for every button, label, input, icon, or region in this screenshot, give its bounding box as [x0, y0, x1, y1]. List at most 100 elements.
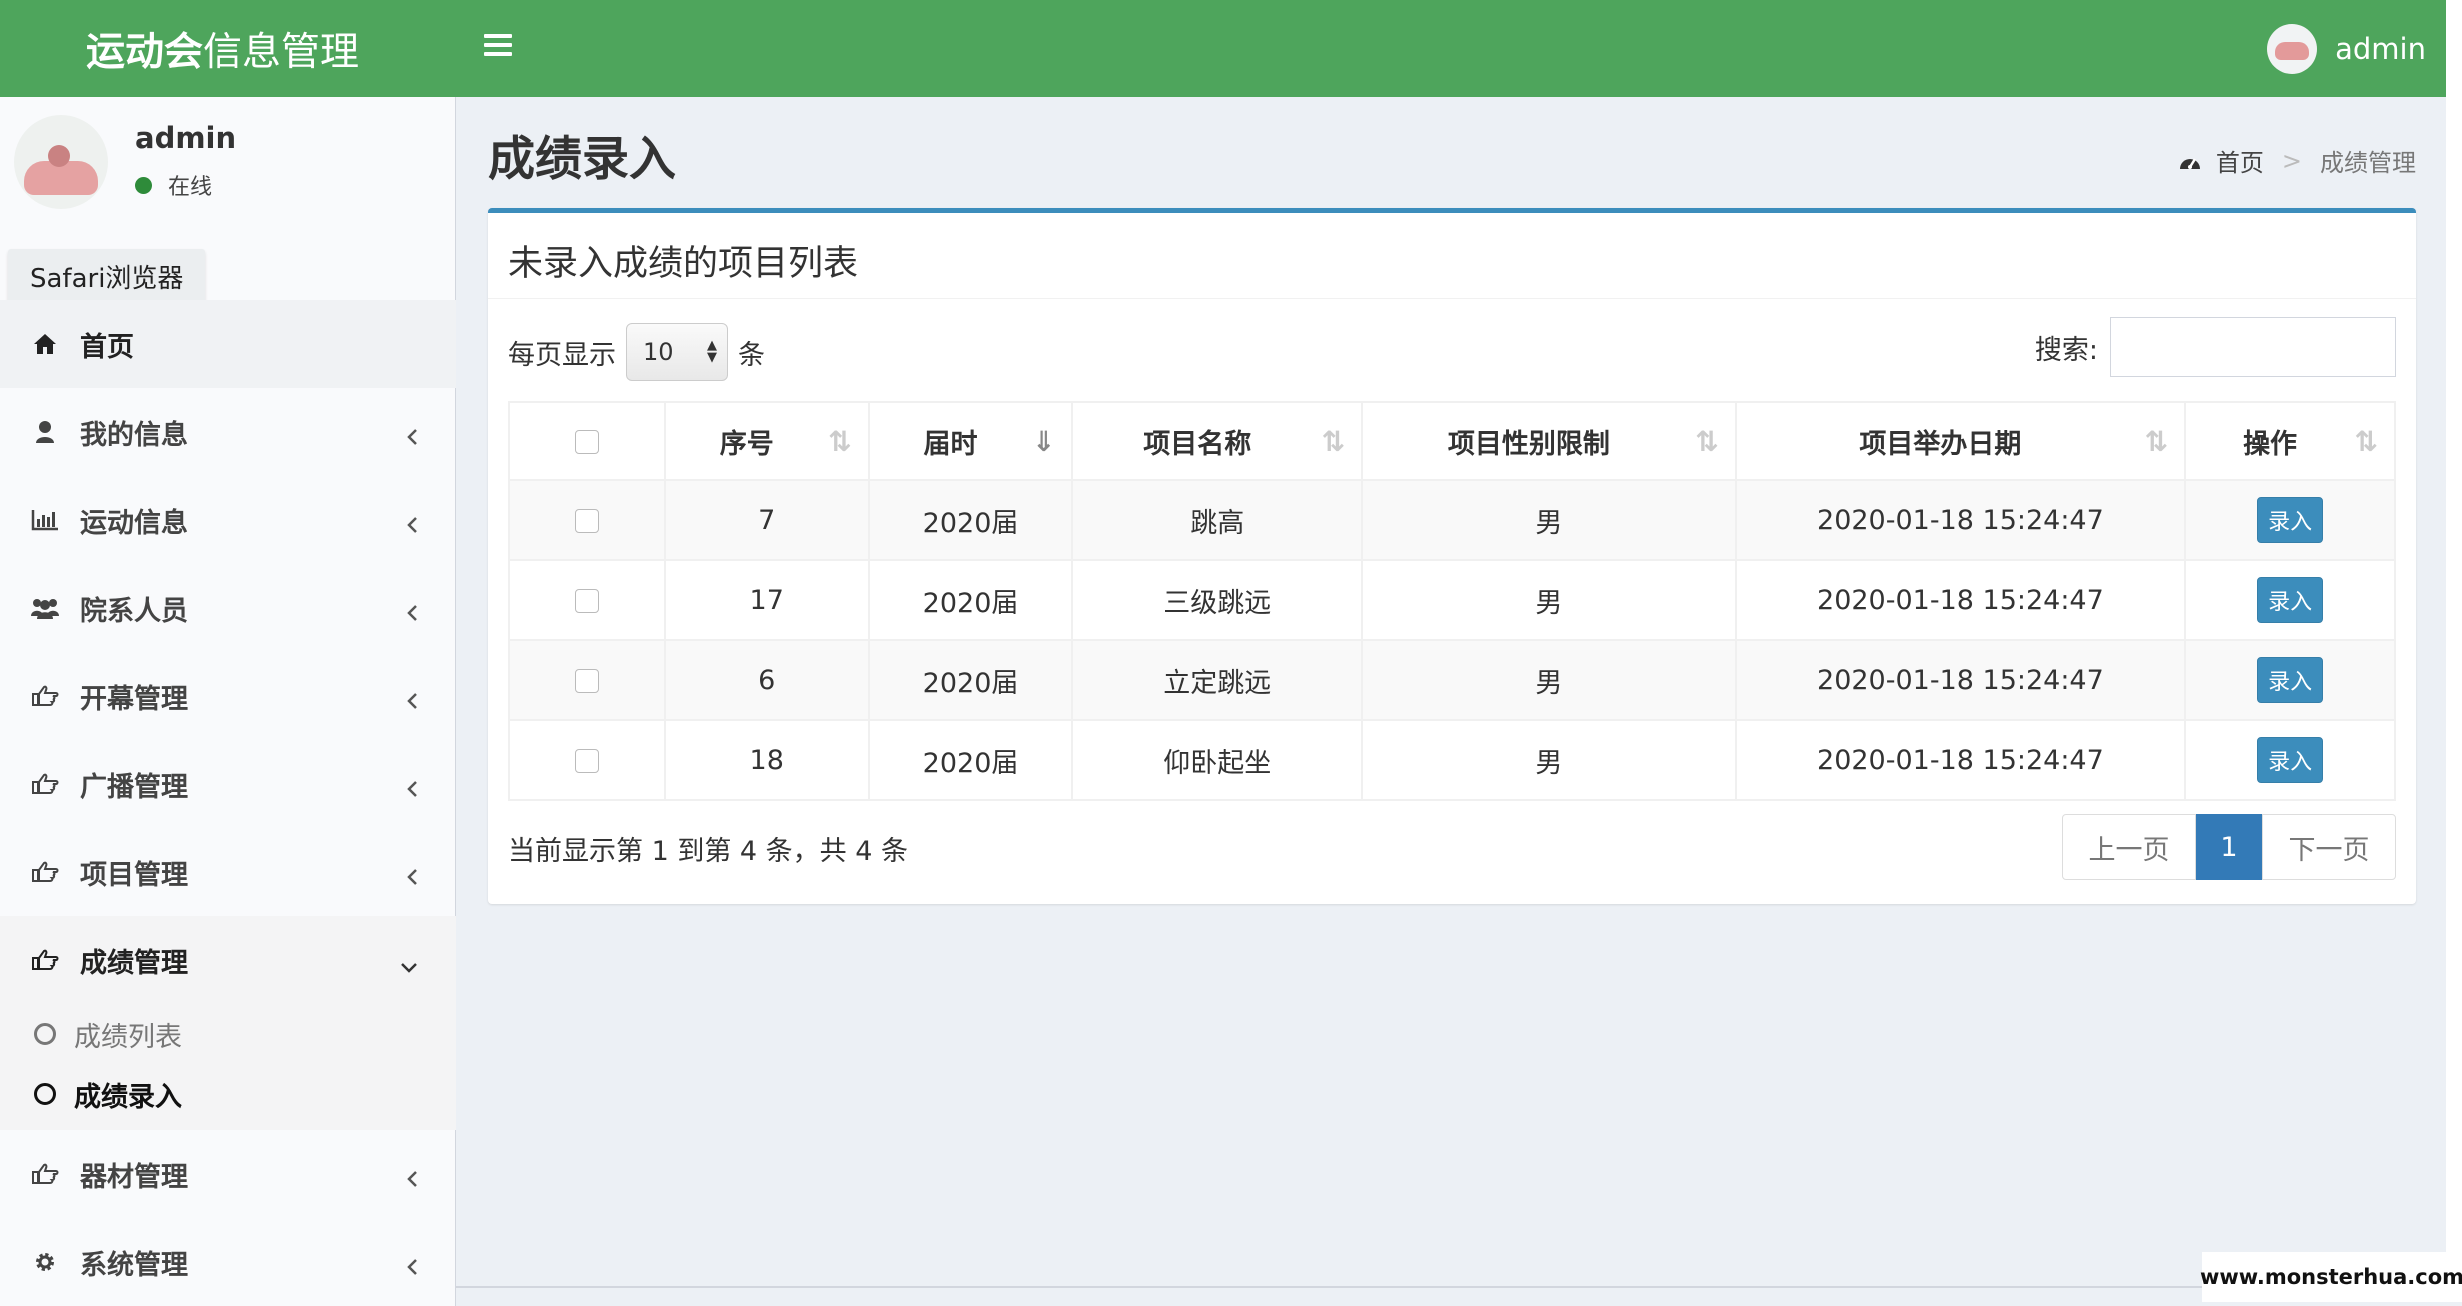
breadcrumb: 首页 > 成绩管理 — [2178, 143, 2416, 178]
page-length-value: 10 — [643, 338, 674, 366]
enter-score-button[interactable]: 录入 — [2257, 497, 2324, 543]
enter-score-button[interactable]: 录入 — [2257, 737, 2324, 783]
column-header-action[interactable]: 操作 ⇅ — [2184, 401, 2396, 481]
sidebar-subitem-score-list[interactable]: 成绩列表 — [0, 1004, 456, 1064]
cell-action: 录入 — [2184, 559, 2396, 641]
row-checkbox[interactable] — [574, 589, 599, 613]
sidebar-item-my-info[interactable]: 我的信息 — [0, 388, 456, 476]
page-number-button[interactable]: 1 — [2196, 814, 2262, 880]
user-menu-name: admin — [2335, 31, 2426, 66]
cell-date: 2020-01-18 15:24:47 — [1734, 719, 2187, 801]
cell-session: 2020届 — [867, 719, 1074, 801]
select-all-checkbox[interactable] — [574, 430, 599, 454]
column-header-name[interactable]: 项目名称 ⇅ — [1071, 401, 1364, 481]
hand-point-icon — [30, 1159, 60, 1189]
prev-page-button[interactable]: 上一页 — [2062, 814, 2196, 880]
cell-id: 6 — [663, 639, 870, 721]
sidebar-item-scores[interactable]: 成绩管理 — [0, 916, 456, 1004]
dashboard-icon — [2178, 151, 2202, 171]
row-checkbox[interactable] — [574, 509, 599, 533]
row-checkbox[interactable] — [574, 669, 599, 693]
hand-point-icon — [30, 857, 60, 887]
column-header-id[interactable]: 序号 ⇅ — [663, 401, 870, 481]
sidebar-subitem-score-entry[interactable]: 成绩录入 — [0, 1064, 456, 1124]
sidebar-item-projects[interactable]: 项目管理 — [0, 828, 456, 916]
sort-icon: ⇅ — [1695, 425, 1719, 458]
cell-session: 2020届 — [867, 479, 1074, 561]
sidebar-item-opening[interactable]: 开幕管理 — [0, 652, 456, 740]
column-header-date[interactable]: 项目举办日期 ⇅ — [1734, 401, 2187, 481]
cell-name: 跳高 — [1071, 479, 1364, 561]
search-label: 搜索: — [2034, 334, 2098, 366]
sidebar-subitem-label: 成绩录入 — [74, 1081, 182, 1113]
sidebar-item-label: 成绩管理 — [80, 947, 188, 979]
row-select-cell — [508, 719, 666, 801]
cell-session: 2020届 — [867, 639, 1074, 721]
cell-gender: 男 — [1361, 479, 1737, 561]
table-row: 18 2020届 仰卧起坐 男 2020-01-18 15:24:47 录入 — [508, 719, 2396, 801]
hand-point-icon — [30, 681, 60, 711]
sort-icon: ⇅ — [1321, 425, 1346, 458]
chevron-down-icon — [400, 950, 418, 981]
select-all-header — [508, 401, 666, 481]
sidebar-item-home[interactable]: 首页 — [0, 300, 456, 388]
page-length-select[interactable]: 10 ▲ ▼ — [626, 323, 728, 381]
next-page-button[interactable]: 下一页 — [2262, 814, 2396, 880]
online-status: 在线 — [135, 169, 212, 201]
sidebar-item-label: 开幕管理 — [80, 683, 188, 715]
hand-point-icon — [30, 945, 60, 975]
sidebar-username: admin — [135, 121, 237, 155]
column-header-gender[interactable]: 项目性别限制 ⇅ — [1361, 401, 1737, 481]
app-logo[interactable]: 运动会 信息管理 — [0, 0, 456, 97]
online-dot-icon — [135, 176, 152, 194]
table-row: 7 2020届 跳高 男 2020-01-18 15:24:47 录入 — [508, 479, 2396, 561]
column-header-label: 届时 — [923, 428, 978, 460]
search-control: 搜索: — [2035, 317, 2396, 377]
sort-icon: ⇅ — [2354, 425, 2378, 458]
enter-score-button[interactable]: 录入 — [2257, 577, 2324, 623]
circle-icon — [34, 1083, 56, 1105]
search-input[interactable] — [2110, 317, 2396, 377]
sidebar-item-broadcast[interactable]: 广播管理 — [0, 740, 456, 828]
column-header-label: 项目举办日期 — [1859, 428, 2022, 460]
home-icon — [30, 329, 60, 359]
menu-toggle-icon[interactable] — [484, 34, 512, 60]
sidebar-item-label: 系统管理 — [80, 1249, 188, 1281]
user-menu[interactable]: admin — [2267, 0, 2426, 97]
user-panel: admin 在线 — [0, 97, 456, 209]
cell-name: 立定跳远 — [1071, 639, 1364, 721]
column-header-session[interactable]: 届时 ⇓ — [867, 401, 1074, 481]
cell-name: 仰卧起坐 — [1071, 719, 1364, 801]
avatar — [2267, 23, 2318, 74]
row-checkbox[interactable] — [574, 749, 599, 773]
window-edge — [2446, 0, 2462, 1252]
column-header-label: 项目性别限制 — [1447, 428, 1610, 460]
sidebar-item-staff[interactable]: 院系人员 — [0, 564, 456, 652]
table-row: 17 2020届 三级跳远 男 2020-01-18 15:24:47 录入 — [508, 559, 2396, 641]
circle-icon — [34, 1023, 56, 1045]
breadcrumb-home-link[interactable]: 首页 — [2216, 143, 2264, 178]
cell-name: 三级跳远 — [1071, 559, 1364, 641]
sort-icon: ⇅ — [2144, 425, 2169, 458]
cell-gender: 男 — [1361, 719, 1737, 801]
avatar — [14, 115, 108, 209]
chevron-left-icon — [406, 774, 418, 805]
chevron-left-icon — [406, 1164, 418, 1195]
select-arrows-icon: ▲ ▼ — [707, 338, 717, 365]
row-select-cell — [508, 479, 666, 561]
sidebar-item-equipment[interactable]: 器材管理 — [0, 1130, 456, 1218]
browser-tooltip: Safari浏览器 — [8, 249, 206, 304]
column-header-label: 操作 — [2243, 428, 2298, 460]
cell-action: 录入 — [2184, 479, 2396, 561]
chevron-left-icon — [406, 686, 418, 717]
breadcrumb-current: 成绩管理 — [2320, 149, 2416, 177]
cell-id: 7 — [663, 479, 870, 561]
row-select-cell — [508, 639, 666, 721]
sidebar-item-system[interactable]: 系统管理 — [0, 1218, 456, 1306]
cell-action: 录入 — [2184, 719, 2396, 801]
sidebar-item-sports-info[interactable]: 运动信息 — [0, 476, 456, 564]
enter-score-button[interactable]: 录入 — [2257, 657, 2324, 703]
page-length-control: 每页显示 10 ▲ ▼ 条 — [508, 323, 765, 381]
status-text: 在线 — [168, 175, 213, 200]
column-header-label: 序号 — [719, 428, 774, 460]
